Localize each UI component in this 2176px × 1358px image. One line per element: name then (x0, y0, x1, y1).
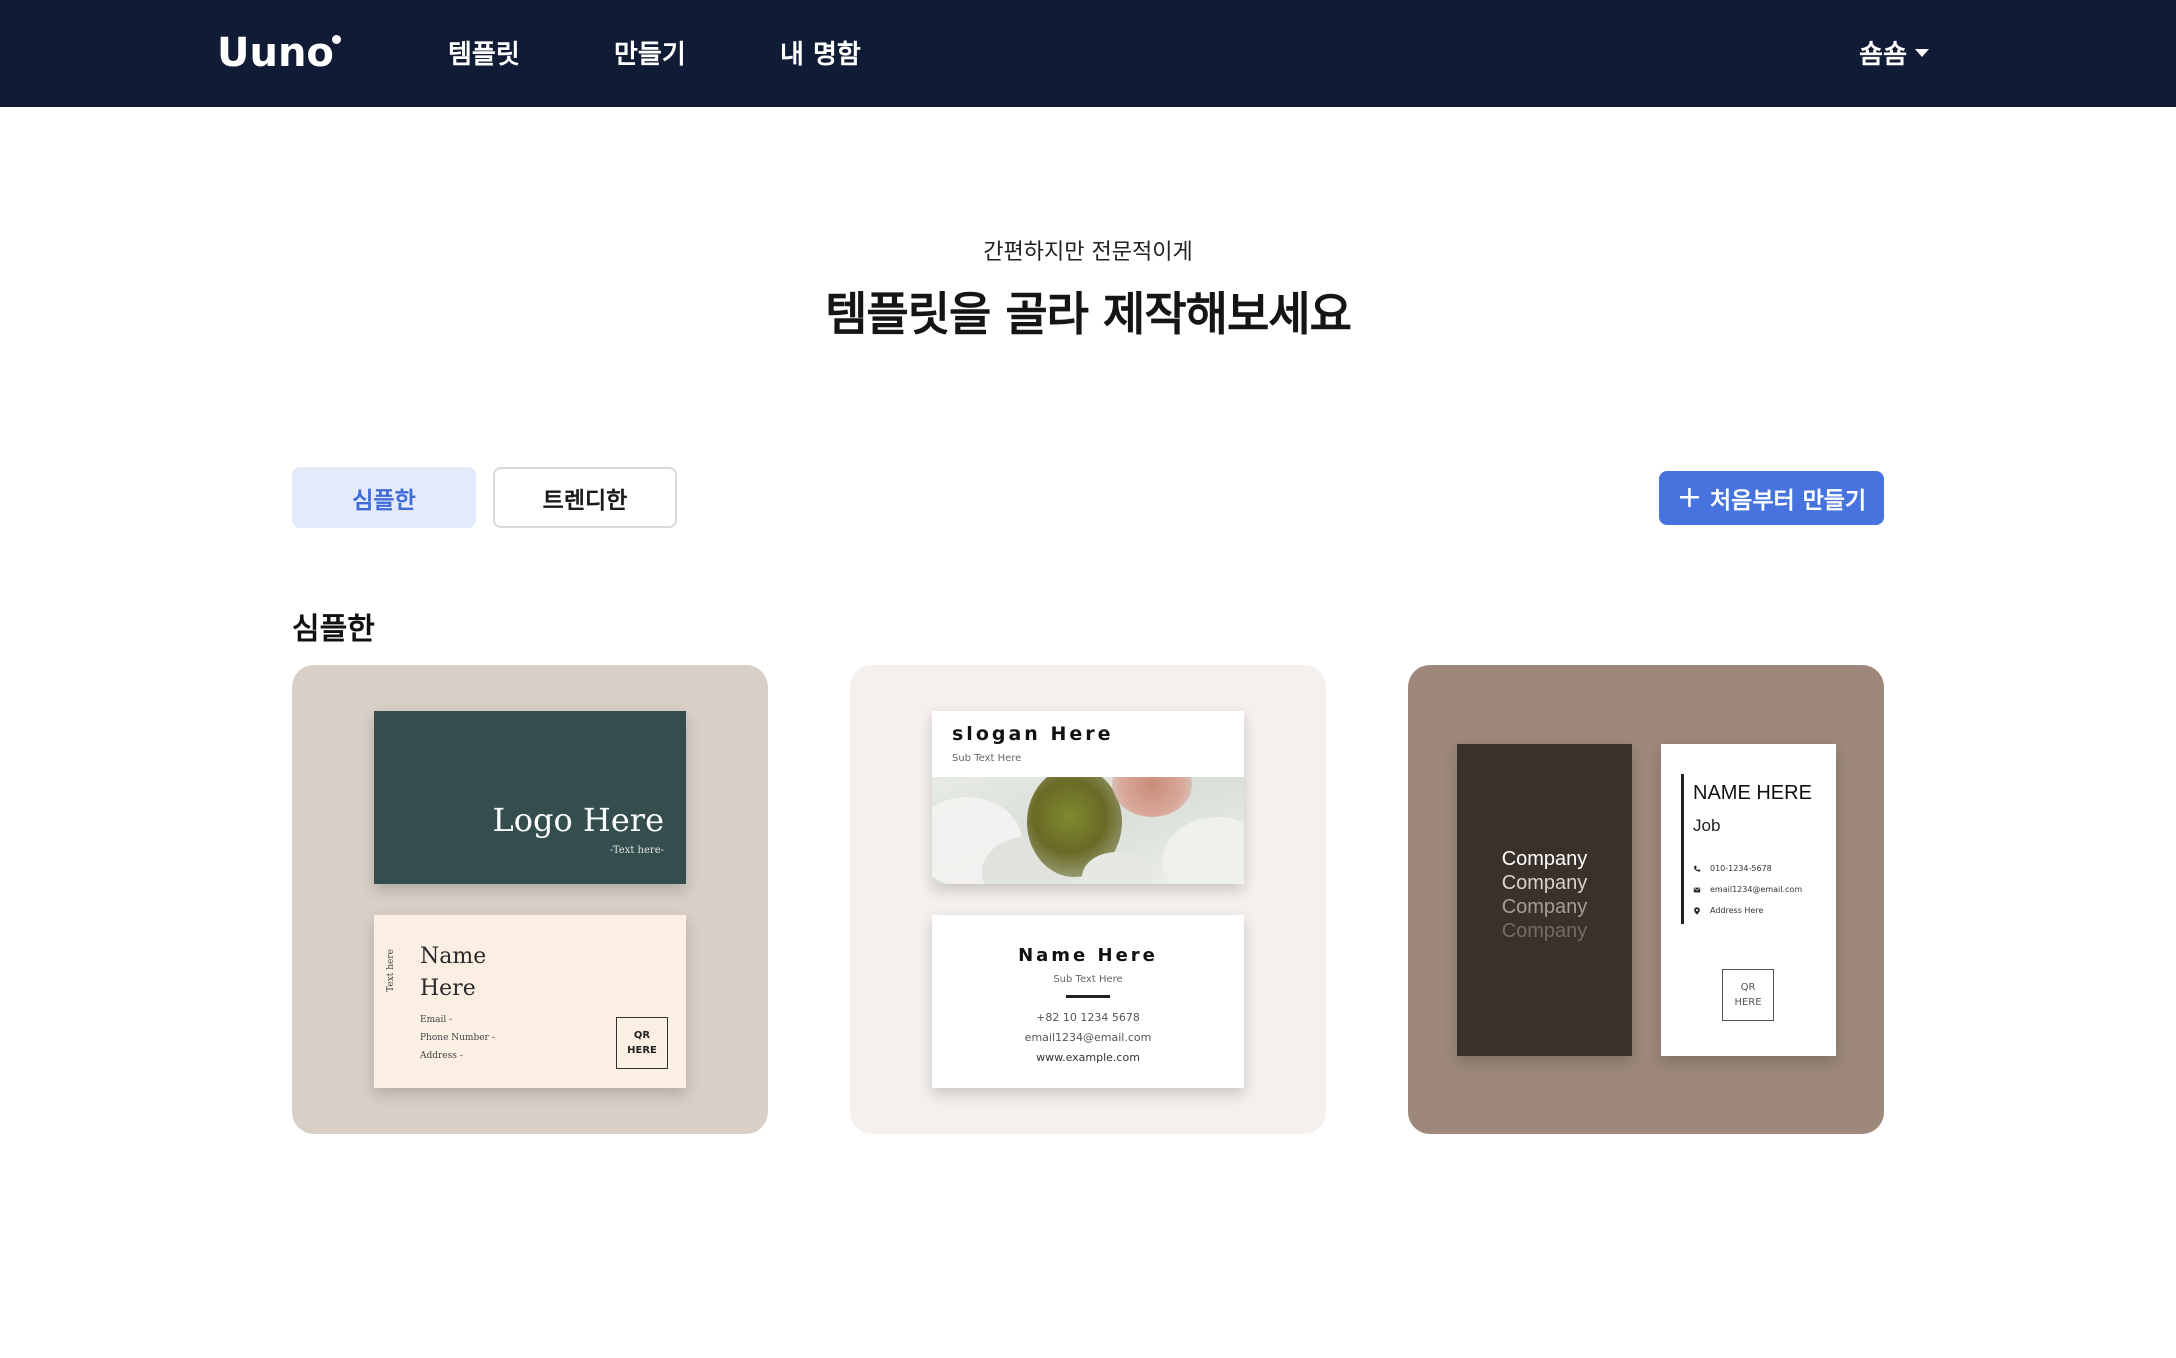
address-row: Address Here (1693, 906, 1763, 915)
logo-text: Uuno (217, 30, 334, 76)
user-name: 숌숌 (1859, 40, 1907, 70)
name-subtext: Sub Text Here (1053, 974, 1123, 985)
name-line-2: Here (420, 976, 476, 1001)
phone-icon (1694, 865, 1701, 872)
card-back-preview: Name Here Sub Text Here +82 10 1234 5678… (932, 915, 1244, 1088)
qr-line-1: QR (1740, 982, 1756, 993)
phone-line: +82 10 1234 5678 (1036, 1011, 1140, 1024)
plus-icon: + (1676, 480, 1702, 515)
page-title: 템플릿을 골라 제작해보세요 (825, 287, 1352, 341)
divider (1066, 995, 1110, 998)
email-row: email1234@email.com (1693, 885, 1802, 894)
nav-item-create[interactable]: 만들기 (614, 34, 686, 71)
logo-subtext: -Text here- (609, 845, 664, 856)
nav-item-templates[interactable]: 템플릿 (448, 34, 520, 71)
phone-line: Phone Number - (420, 1033, 495, 1043)
logo-placeholder: Logo Here (492, 801, 664, 839)
email-line: Email - (420, 1015, 453, 1025)
card-front-preview: Company Company Company Company (1457, 744, 1632, 1056)
card-back-preview: Text here Name Here Email - Phone Number… (374, 915, 686, 1088)
qr-line-1: QR (633, 1030, 651, 1041)
create-from-scratch-button[interactable]: + 처음부터 만들기 (1659, 471, 1884, 525)
side-text: Text here (386, 949, 396, 992)
company-text-1: Company (1501, 848, 1588, 870)
website-line: www.example.com (1036, 1051, 1140, 1064)
card-front-preview: Logo Here -Text here- (374, 711, 686, 884)
uuno-logo[interactable]: Uuno (217, 30, 343, 76)
caret-down-icon (1915, 48, 1929, 57)
email-text: email1234@email.com (1710, 885, 1803, 894)
job-placeholder: Job (1693, 816, 1721, 835)
user-menu[interactable]: 숌숌 (1859, 34, 1929, 71)
abstract-art-image (932, 777, 1244, 884)
template-card-3[interactable]: Company Company Company Company NAME HER… (1408, 665, 1884, 1134)
address-text: Address Here (1710, 906, 1764, 915)
qr-line-2: HERE (1734, 997, 1762, 1008)
name-line-1: Name (420, 944, 487, 969)
card-front-preview: slogan Here Sub Text Here (932, 711, 1244, 884)
name-placeholder: Name Here (420, 941, 486, 1005)
hero-subtitle: 간편하지만 전문적이게 (983, 240, 1193, 265)
filter-simple-button[interactable]: 심플한 (292, 467, 476, 528)
template-card-2[interactable]: slogan Here Sub Text Here Name Here Sub … (850, 665, 1326, 1134)
qr-placeholder: QR HERE (1722, 969, 1774, 1021)
qr-placeholder: QR HERE (616, 1017, 668, 1069)
company-text-2: Company (1501, 872, 1588, 894)
section-title: 심플한 (292, 612, 375, 647)
email-line: email1234@email.com (1024, 1031, 1152, 1044)
company-text-3: Company (1501, 896, 1588, 918)
phone-row: 010-1234-5678 (1693, 864, 1772, 873)
company-text-4: Company (1501, 920, 1588, 942)
top-navigation-bar: Uuno 템플릿 만들기 내 명함 숌숌 (0, 0, 2176, 107)
create-from-scratch-label: 처음부터 만들기 (1710, 488, 1867, 514)
logo-dot (331, 35, 341, 44)
name-placeholder: Name Here (1018, 945, 1158, 966)
mail-icon (1693, 886, 1701, 892)
accent-bar (1681, 774, 1684, 924)
phone-text: 010-1234-5678 (1710, 864, 1772, 873)
name-placeholder: NAME HERE (1693, 782, 1812, 804)
slogan-text: slogan Here (952, 723, 1114, 745)
slogan-subtext: Sub Text Here (952, 753, 1022, 764)
qr-line-2: HERE (627, 1045, 657, 1056)
location-pin-icon (1694, 906, 1700, 915)
nav-item-my-cards[interactable]: 내 명함 (780, 34, 861, 71)
card-back-preview: NAME HERE Job 010-1234-5678 email1234@em… (1661, 744, 1836, 1056)
template-card-1[interactable]: Logo Here -Text here- Text here Name Her… (292, 665, 768, 1134)
address-line: Address - (420, 1051, 463, 1061)
filter-trendy-button[interactable]: 트렌디한 (493, 467, 677, 528)
